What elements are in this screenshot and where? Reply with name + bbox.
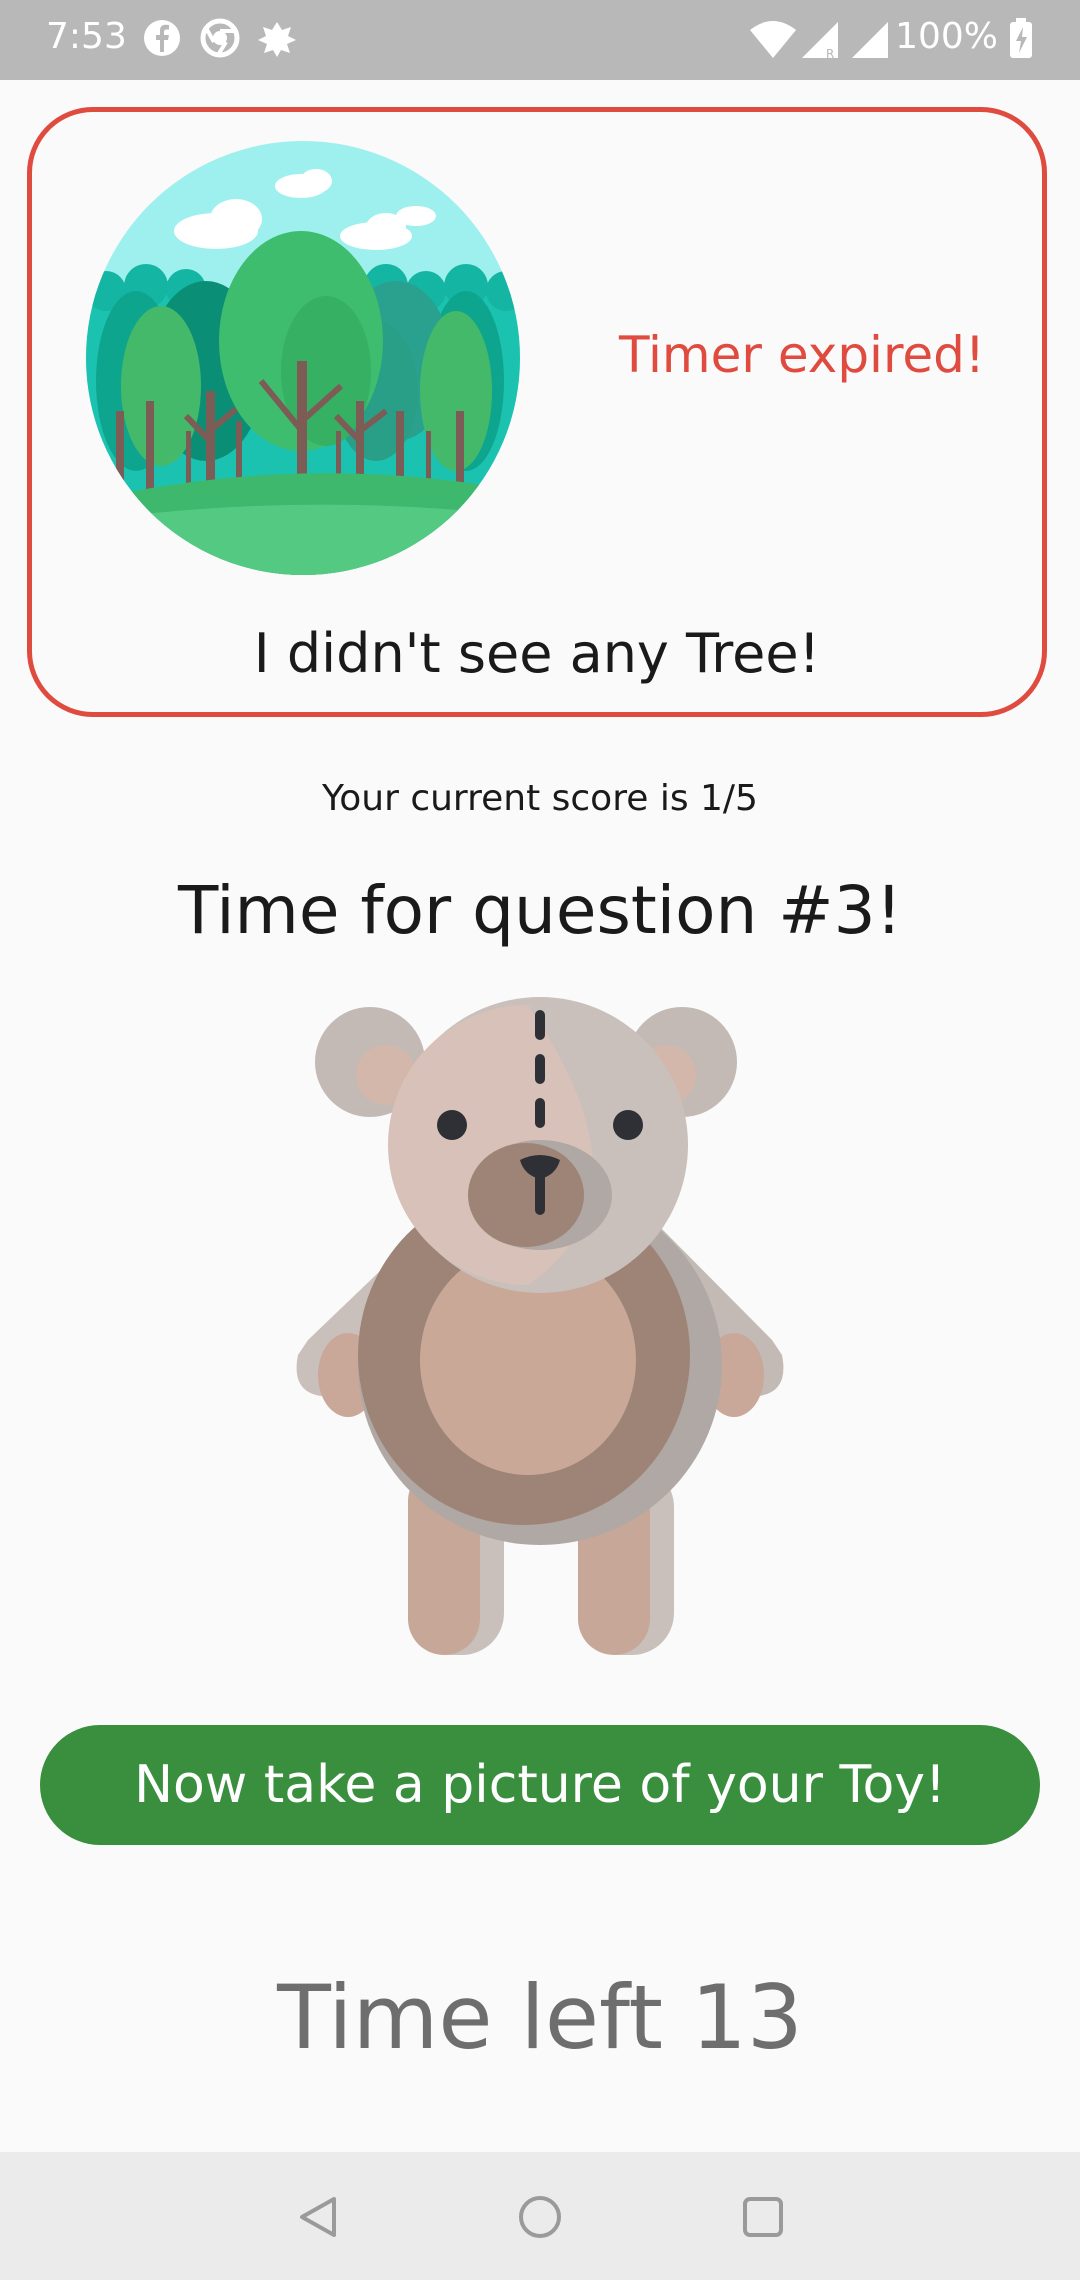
forest-illustration <box>86 141 520 575</box>
home-icon[interactable] <box>517 2194 563 2240</box>
time-left-text: Time left 13 <box>277 1966 803 2069</box>
take-picture-button[interactable]: Now take a picture of your Toy! <box>40 1725 1040 1845</box>
recents-icon[interactable] <box>740 2194 786 2240</box>
app-notification-icon <box>258 22 296 57</box>
back-icon[interactable] <box>296 2194 342 2240</box>
status-bar: 7:53 R 100% <box>0 0 1080 80</box>
battery-percentage: 100% <box>895 16 998 57</box>
signal-r-icon: R <box>802 22 838 60</box>
status-time: 7:53 <box>46 16 127 57</box>
navigation-bar <box>0 2152 1080 2280</box>
svg-text:R: R <box>826 47 834 60</box>
facebook-icon <box>144 20 180 56</box>
question-title: Time for question #3! <box>177 872 903 949</box>
wifi-icon <box>750 21 796 58</box>
timer-expired-text: Timer expired! <box>619 326 985 384</box>
battery-charging-icon <box>1010 18 1032 58</box>
signal-icon <box>852 22 888 58</box>
teddy-bear-illustration <box>296 997 784 1655</box>
result-message: I didn't see any Tree! <box>253 622 821 685</box>
chrome-icon <box>200 18 240 58</box>
result-card: Timer expired! I didn't see any Tree! <box>27 107 1047 717</box>
score-text: Your current score is 1/5 <box>322 778 758 819</box>
take-picture-button-label: Now take a picture of your Toy! <box>134 1755 946 1815</box>
